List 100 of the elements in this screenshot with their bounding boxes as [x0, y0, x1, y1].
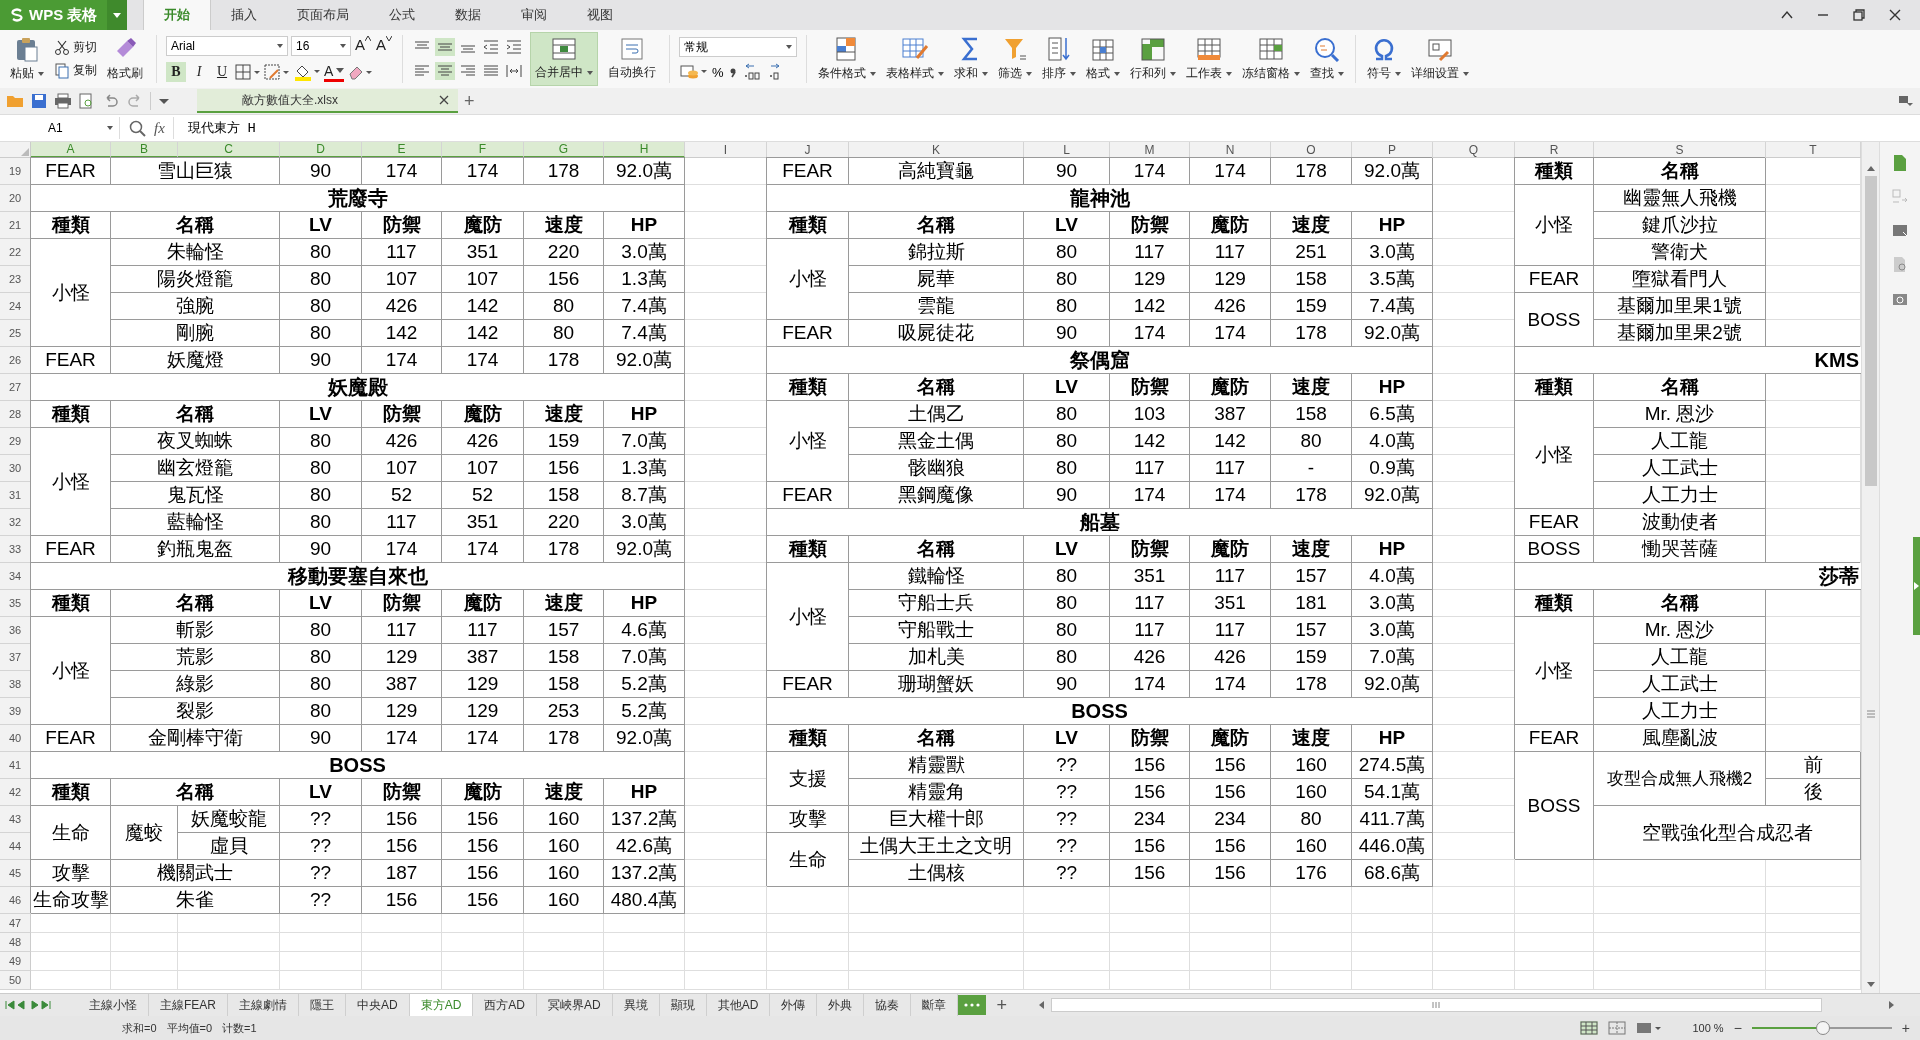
scroll-right-icon[interactable] [1888, 1000, 1896, 1010]
column-header[interactable]: N [1190, 142, 1271, 158]
formula-input[interactable]: 現代東方 H [172, 117, 1920, 139]
menu-tab[interactable]: 页面布局 [277, 0, 370, 30]
column-header[interactable]: M [1110, 142, 1190, 158]
currency-icon[interactable] [679, 63, 709, 81]
document-tab[interactable]: 敵方數值大全.xlsx [197, 89, 458, 113]
zoom-out-button[interactable]: − [1733, 1020, 1742, 1036]
column-header[interactable]: T [1766, 142, 1861, 158]
app-dropdown-button[interactable] [107, 0, 128, 30]
row-header[interactable]: 47 [0, 914, 31, 933]
row-header[interactable]: 35 [0, 590, 31, 617]
document-search-icon[interactable] [1891, 256, 1909, 274]
zoom-in-button[interactable]: + [1901, 1020, 1910, 1036]
decrease-font-button[interactable]: A [375, 36, 393, 56]
row-header[interactable]: 19 [0, 158, 31, 185]
font-size-select[interactable]: 16 [291, 36, 351, 56]
sheet-tab[interactable]: 東方AD [409, 994, 474, 1016]
row-header[interactable]: 34 [0, 563, 31, 590]
row-header[interactable]: 21 [0, 212, 31, 239]
align-middle-icon[interactable] [435, 38, 455, 56]
close-icon[interactable] [438, 94, 450, 106]
menu-tab[interactable]: 公式 [369, 0, 436, 30]
bold-button[interactable]: B [166, 62, 186, 82]
close-icon[interactable] [1888, 8, 1902, 22]
row-header[interactable]: 31 [0, 482, 31, 509]
save-icon[interactable] [30, 93, 48, 109]
cut-button[interactable]: 剪切 [54, 39, 97, 56]
row-header[interactable]: 43 [0, 806, 31, 833]
column-header[interactable]: K [849, 142, 1024, 158]
scroll-down-icon[interactable] [1865, 981, 1876, 989]
ribbon-tool-button[interactable]: 详细设置 [1409, 32, 1471, 86]
zoom-search-icon[interactable] [128, 119, 146, 137]
side-panel-toggle[interactable] [1913, 537, 1920, 635]
row-header[interactable]: 32 [0, 509, 31, 536]
borders-icon[interactable] [235, 64, 261, 80]
row-header[interactable]: 50 [0, 971, 31, 990]
slider-thumb[interactable] [1815, 1021, 1830, 1035]
menu-tab[interactable]: 插入 [211, 0, 278, 30]
function-button[interactable]: fx [154, 119, 165, 137]
distributed-align-icon[interactable] [504, 62, 524, 80]
menu-tab[interactable]: 开始 [143, 0, 212, 30]
scrollbar-thumb[interactable] [1864, 176, 1877, 486]
column-header[interactable]: C [178, 142, 280, 158]
underline-button[interactable]: U [212, 62, 232, 82]
printer-icon[interactable] [54, 93, 72, 109]
row-header[interactable]: 30 [0, 455, 31, 482]
column-header[interactable]: G [524, 142, 604, 158]
format-painter-button[interactable]: 格式刷 [103, 32, 147, 86]
normal-view-icon[interactable] [1580, 1021, 1599, 1035]
ribbon-options-icon[interactable] [1898, 94, 1914, 108]
column-header[interactable]: A [31, 142, 111, 158]
copy-button[interactable]: 复制 [54, 62, 97, 79]
font-select[interactable]: Arial [166, 36, 288, 56]
folder-icon[interactable] [6, 93, 24, 109]
ribbon-tool-button[interactable]: 求和 [952, 32, 990, 86]
increase-indent-icon[interactable] [504, 38, 524, 56]
menu-tab[interactable]: 审阅 [501, 0, 568, 30]
row-header[interactable]: 49 [0, 952, 31, 971]
row-header[interactable]: 22 [0, 239, 31, 266]
ribbon-tool-button[interactable]: 格式 [1084, 32, 1122, 86]
row-header[interactable]: 23 [0, 266, 31, 293]
decrease-indent-icon[interactable] [481, 38, 501, 56]
ribbon-tool-button[interactable]: 查找 [1308, 32, 1346, 86]
merge-center-button[interactable]: 合并居中 [530, 32, 598, 86]
cell-style-icon[interactable] [264, 64, 290, 80]
reading-view-icon[interactable] [1636, 1021, 1663, 1035]
ribbon-tool-button[interactable]: 行和列 [1128, 32, 1178, 86]
column-header[interactable]: J [767, 142, 849, 158]
number-format-select[interactable]: 常规 [679, 37, 797, 57]
column-header[interactable]: O [1271, 142, 1352, 158]
row-header[interactable]: 37 [0, 644, 31, 671]
column-header[interactable]: D [280, 142, 362, 158]
column-header[interactable]: R [1515, 142, 1594, 158]
column-header[interactable]: I [685, 142, 767, 158]
menu-tab[interactable]: 视图 [567, 0, 634, 30]
eraser-icon[interactable] [347, 64, 374, 80]
ribbon-tool-button[interactable]: 表格样式 [884, 32, 946, 86]
column-header[interactable]: H [604, 142, 685, 158]
column-header[interactable]: Q [1433, 142, 1515, 158]
wrap-text-button[interactable]: 自动换行 [604, 32, 660, 86]
name-box[interactable]: A1 [0, 117, 120, 139]
paste-button[interactable]: 粘贴 [6, 32, 48, 86]
row-header[interactable]: 26 [0, 347, 31, 374]
row-header[interactable]: 36 [0, 617, 31, 644]
ribbon-tool-button[interactable]: 排序 [1040, 32, 1078, 86]
column-header[interactable]: P [1352, 142, 1433, 158]
restore-icon[interactable] [1852, 8, 1866, 22]
row-header[interactable]: 24 [0, 293, 31, 320]
add-sheet-button[interactable]: + [986, 994, 1017, 1016]
increase-font-button[interactable]: A [354, 36, 372, 56]
row-header[interactable]: 20 [0, 185, 31, 212]
row-header[interactable]: 33 [0, 536, 31, 563]
ribbon-tool-button[interactable]: 工作表 [1184, 32, 1234, 86]
column-header[interactable]: S [1594, 142, 1766, 158]
percent-style-button[interactable]: % [712, 64, 724, 80]
row-header[interactable]: 29 [0, 428, 31, 455]
menu-tab[interactable]: 数据 [435, 0, 502, 30]
row-header[interactable]: 28 [0, 401, 31, 428]
ribbon-tool-button[interactable]: 符号 [1365, 32, 1403, 86]
